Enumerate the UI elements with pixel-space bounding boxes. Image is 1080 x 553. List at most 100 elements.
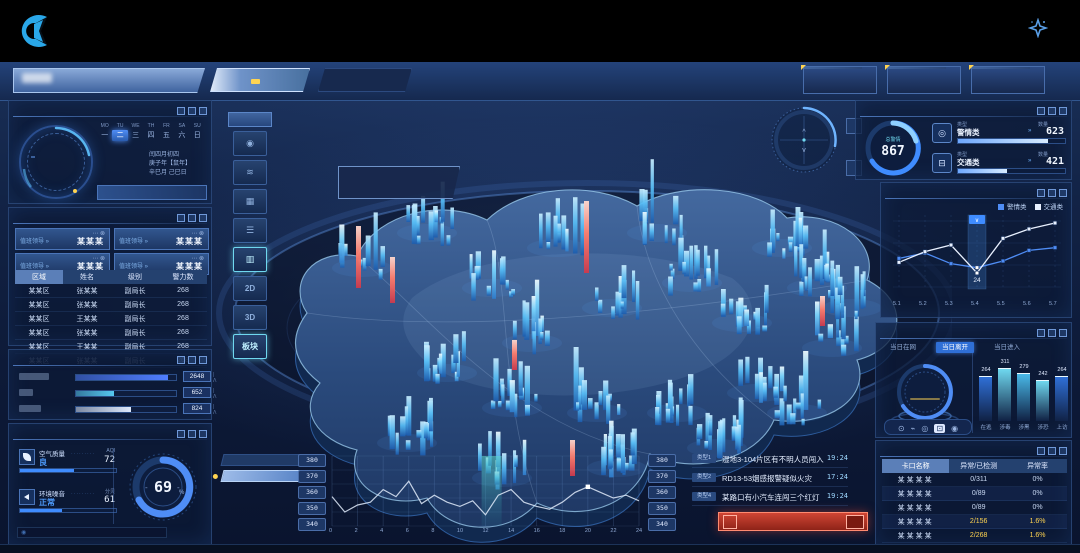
table-row: 某某某某2/1561.6% — [882, 515, 1067, 529]
window-icon[interactable] — [188, 430, 196, 438]
minimize-icon[interactable] — [1037, 447, 1045, 455]
checkpoint-col-header[interactable]: 异常/已检测 — [949, 459, 1008, 473]
y-axis-button[interactable]: 360 — [298, 486, 326, 499]
minimize-icon[interactable] — [1037, 329, 1045, 337]
minimize-icon[interactable] — [177, 214, 185, 222]
layer-filter-panel: ◉ ≋ ▦ ☰ ▥ 2D 3D 板块 — [228, 112, 272, 359]
expand-icon[interactable] — [1059, 107, 1067, 115]
alert-row[interactable]: 类型2RD13-53烟感报警疑似火灾17:24 — [692, 471, 848, 487]
window-icon[interactable] — [1048, 447, 1056, 455]
svg-text:867: 867 — [881, 144, 904, 159]
scroll-down-button[interactable] — [852, 484, 864, 500]
duty-col-header[interactable]: 级别 — [111, 270, 159, 284]
website-link[interactable] — [200, 12, 210, 26]
window-icon[interactable] — [188, 356, 196, 364]
focus-bar: 279涉黑 — [1017, 373, 1030, 421]
layer-button-grid-icon[interactable]: ▦ — [233, 189, 267, 214]
focus-tab[interactable]: 当日进入 — [988, 342, 1026, 353]
chevron-icon: » — [1028, 158, 1031, 164]
layer-button-3d[interactable]: 3D — [233, 305, 267, 330]
checkpoint-ratio: 0/89 — [949, 487, 1008, 501]
layer-button-camera-icon[interactable]: ◉ — [233, 131, 267, 156]
expand-icon[interactable] — [199, 356, 207, 364]
redacted-label — [19, 373, 49, 380]
alert-history-button[interactable] — [718, 512, 868, 531]
y-axis-button[interactable]: 360 — [648, 486, 676, 499]
tool-icon[interactable]: ⌁ — [911, 424, 916, 433]
expand-icon[interactable] — [199, 214, 207, 222]
duty-cell: 268 — [159, 284, 207, 298]
metric-status: 正常 — [39, 497, 55, 508]
minimize-icon[interactable] — [177, 356, 185, 364]
expand-icon[interactable] — [1059, 329, 1067, 337]
y-axis-button[interactable]: 370 — [298, 470, 326, 483]
weekday-en: TH — [143, 122, 158, 130]
layer-button-bar-chart-icon[interactable]: ▥ — [233, 247, 267, 272]
window-icon[interactable] — [188, 107, 196, 115]
layer-button-2d[interactable]: 2D — [233, 276, 267, 301]
minimize-icon[interactable] — [1037, 107, 1045, 115]
duty-col-header[interactable]: 姓名 — [63, 270, 111, 284]
weekday-en: WE — [128, 122, 143, 130]
y-axis-button[interactable]: 370 — [648, 470, 676, 483]
scroll-dot — [852, 468, 864, 484]
duty-col-header[interactable]: 警力数 — [159, 270, 207, 284]
duty-col-header[interactable]: 区域 — [15, 270, 63, 284]
time-capsule — [887, 66, 961, 94]
window-icon[interactable] — [1048, 189, 1056, 197]
x-axis-label: 6 — [406, 528, 409, 534]
alert-row[interactable]: 类型4某路口有小汽车连闯三个红灯19:24 — [692, 490, 848, 506]
y-axis-button[interactable]: 340 — [648, 518, 676, 531]
duty-cell: 张某某 — [63, 326, 111, 340]
history-data-button[interactable] — [221, 470, 302, 482]
focus-tab[interactable]: 当日离开 — [936, 342, 974, 353]
eye-icon[interactable]: ◉ — [951, 424, 958, 433]
today-data-button[interactable] — [221, 454, 302, 466]
flow-bar-value: 824 — [183, 403, 211, 414]
layer-button-radar-icon[interactable]: ≋ — [233, 160, 267, 185]
minimize-icon[interactable] — [177, 107, 185, 115]
person-icon[interactable]: ⊙ — [898, 424, 905, 433]
weekday-cn: 日 — [190, 130, 205, 141]
flow-bar-row: 824|ᐱ — [19, 404, 205, 414]
expand-icon[interactable] — [199, 107, 207, 115]
layer-button-blocks[interactable]: 板块 — [233, 334, 267, 359]
focus-tab[interactable]: 当日在网 — [884, 342, 922, 353]
minimize-icon[interactable] — [1037, 189, 1045, 197]
target-icon[interactable]: ◎ — [921, 424, 928, 433]
checkpoint-col-header[interactable]: 异常率 — [1008, 459, 1067, 473]
y-axis-button[interactable]: 340 — [298, 518, 326, 531]
layer-button-list-icon[interactable]: ☰ — [233, 218, 267, 243]
tab-data-category-2[interactable] — [318, 68, 412, 92]
weekday-cn: 五 — [159, 130, 174, 141]
expand-icon[interactable] — [1059, 447, 1067, 455]
tab-data-category-1[interactable] — [210, 68, 310, 92]
tab-icon — [251, 79, 260, 84]
flow-bar-fill — [76, 407, 131, 412]
expand-icon[interactable] — [1059, 189, 1067, 197]
focus-bar: 264上访 — [1055, 376, 1068, 421]
alert-time: 19:24 — [827, 492, 848, 500]
inspiration-collect[interactable] — [1028, 18, 1054, 38]
expand-icon[interactable] — [199, 430, 207, 438]
lock-icon[interactable]: ⊡ — [934, 424, 945, 433]
lunar-line: 辛巳月 己巳日 — [149, 169, 191, 178]
progress-fill — [958, 139, 1048, 143]
y-axis-button[interactable]: 380 — [648, 454, 676, 467]
table-row: 某某区张某某副局长268 — [15, 326, 207, 340]
window-icon[interactable] — [1048, 107, 1056, 115]
weekday-cn: 二 — [112, 130, 127, 141]
scroll-up-button[interactable] — [852, 452, 864, 468]
checkpoint-col-header[interactable]: 卡口名称 — [882, 459, 949, 473]
window-icon[interactable] — [1048, 329, 1056, 337]
svg-text:69: 69 — [154, 478, 172, 496]
duty-card-name: 某某某 — [77, 236, 104, 247]
alert-row[interactable]: 类型1湿地3-104片区有不明人员闯入19:24 — [692, 452, 848, 468]
y-axis-button[interactable]: 350 — [298, 502, 326, 515]
alert-text: 某路口有小汽车连闯三个红灯 — [722, 492, 820, 503]
svg-text:总警情: 总警情 — [885, 136, 900, 143]
minimize-icon[interactable] — [177, 430, 185, 438]
y-axis-button[interactable]: 350 — [648, 502, 676, 515]
window-icon[interactable] — [188, 214, 196, 222]
y-axis-button[interactable]: 380 — [298, 454, 326, 467]
